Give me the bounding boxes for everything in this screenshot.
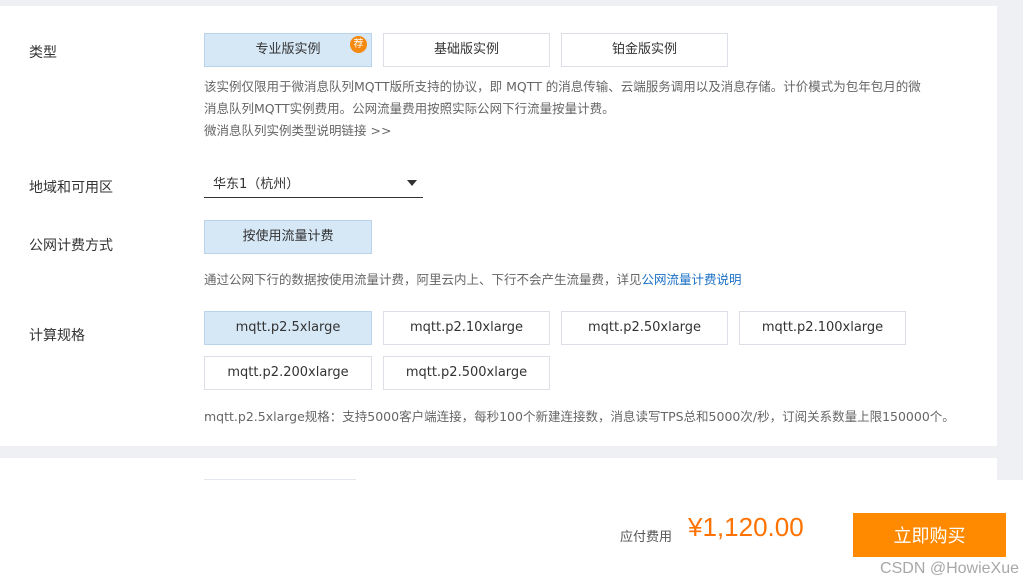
region-select[interactable]: 华东1（杭州） bbox=[204, 168, 423, 198]
spec-option-50xlarge[interactable]: mqtt.p2.50xlarge bbox=[561, 311, 728, 345]
type-option-pro-label: 专业版实例 bbox=[255, 42, 321, 57]
spec-desc: mqtt.p2.5xlarge规格：支持5000客户端连接，每秒100个新建连接… bbox=[204, 409, 955, 424]
billing-option-traffic[interactable]: 按使用流量计费 bbox=[204, 220, 372, 254]
price-value: ¥1,120.00 bbox=[688, 512, 804, 542]
type-option-pro[interactable]: 专业版实例 荐 bbox=[204, 33, 372, 67]
billing-desc: 通过公网下行的数据按使用流量计费，阿里云内上、下行不会产生流量费，详见公网流量计… bbox=[204, 269, 742, 288]
buy-now-button[interactable]: 立即购买 bbox=[853, 513, 1006, 557]
spec-option-100xlarge[interactable]: mqtt.p2.100xlarge bbox=[739, 311, 906, 345]
billing-label: 公网计费方式 bbox=[29, 238, 113, 254]
chevron-down-icon bbox=[407, 180, 417, 186]
type-option-basic[interactable]: 基础版实例 bbox=[383, 33, 550, 67]
config-card: 类型 专业版实例 荐 基础版实例 铂金版实例 该实例仅限用于微消息队列MQTT版… bbox=[0, 6, 997, 446]
fee-label: 应付费用 bbox=[620, 530, 673, 545]
billing-desc-text: 通过公网下行的数据按使用流量计费，阿里云内上、下行不会产生流量费，详见 bbox=[204, 272, 642, 287]
spec-option-500xlarge[interactable]: mqtt.p2.500xlarge bbox=[383, 356, 550, 390]
spec-option-5xlarge[interactable]: mqtt.p2.5xlarge bbox=[204, 311, 372, 345]
purchase-footer: 应付费用 ¥1,120.00 立即购买 CSDN @HowieXue bbox=[0, 480, 1023, 584]
type-desc-line1: 该实例仅限用于微消息队列MQTT版所支持的协议，即 MQTT 的消息传输、云端服… bbox=[204, 79, 921, 94]
recommend-badge: 荐 bbox=[350, 36, 367, 53]
spec-option-10xlarge[interactable]: mqtt.p2.10xlarge bbox=[383, 311, 550, 345]
type-desc-line2: 消息队列MQTT实例费用。公网流量费用按照实际公网下行流量按量计费。 bbox=[204, 101, 615, 116]
type-desc-link[interactable]: 微消息队列实例类型说明链接 >> bbox=[204, 120, 391, 139]
watermark: CSDN @HowieXue bbox=[880, 560, 1019, 577]
region-select-value: 华东1（杭州） bbox=[213, 177, 300, 192]
billing-desc-link[interactable]: 公网流量计费说明 bbox=[642, 272, 742, 287]
spec-option-200xlarge[interactable]: mqtt.p2.200xlarge bbox=[204, 356, 372, 390]
spec-label: 计算规格 bbox=[29, 328, 85, 344]
region-label: 地域和可用区 bbox=[29, 180, 113, 196]
type-label: 类型 bbox=[29, 45, 57, 61]
type-option-platinum[interactable]: 铂金版实例 bbox=[561, 33, 728, 67]
